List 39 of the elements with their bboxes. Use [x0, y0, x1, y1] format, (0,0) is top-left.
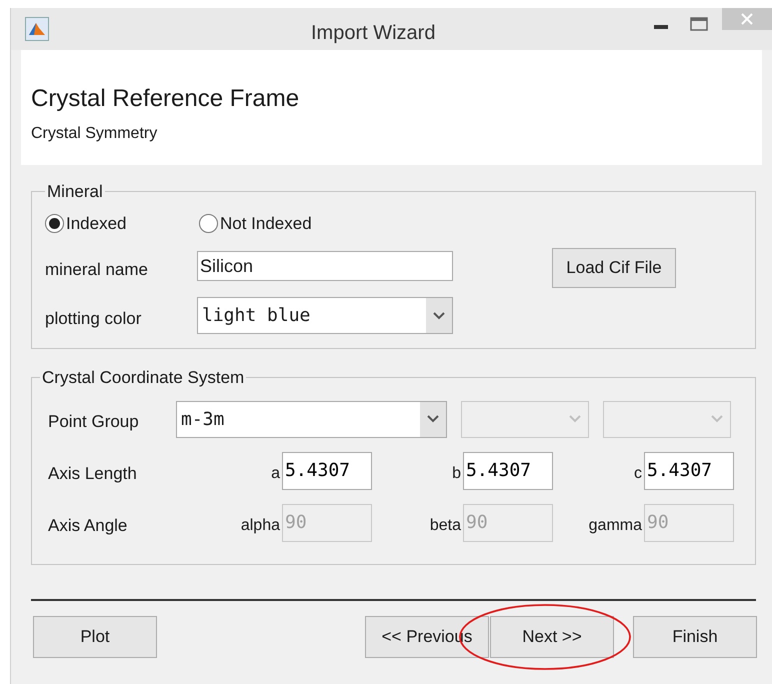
load-cif-file-button[interactable]: Load Cif File	[552, 248, 676, 288]
app-icon	[25, 17, 49, 41]
field-label: plotting color	[45, 308, 142, 330]
minimize-icon[interactable]	[654, 25, 668, 29]
field-label: mineral name	[45, 258, 149, 280]
dropdown-value: light blue	[202, 305, 310, 326]
chevron-down-icon	[569, 415, 581, 423]
field-label: Axis Angle	[48, 514, 128, 537]
input-field[interactable]: 5.4307	[463, 452, 553, 490]
wizard-button[interactable]: Finish	[633, 616, 757, 658]
chevron-down-icon	[427, 415, 439, 423]
group-title: Crystal Coordinate System	[41, 367, 246, 389]
close-button[interactable]	[722, 8, 772, 30]
close-icon	[741, 13, 753, 25]
input-field[interactable]: 5.4307	[644, 452, 734, 490]
field-label: gamma	[588, 516, 643, 536]
radio-button[interactable]: Not Indexed	[199, 210, 312, 236]
field-label: b	[451, 464, 462, 484]
page-title: Crystal Reference Frame	[31, 84, 300, 114]
mineral-name-field[interactable]: Silicon	[197, 251, 453, 282]
page-subtitle: Crystal Symmetry	[31, 124, 158, 144]
field-label: alpha	[240, 516, 281, 536]
window-title: Import Wizard	[311, 21, 436, 46]
radio-button[interactable]: Indexed	[45, 210, 199, 236]
field-label: c	[633, 464, 643, 484]
field-label: beta	[428, 516, 462, 536]
field-label: a	[270, 464, 281, 484]
field-label: Axis Length	[48, 462, 138, 485]
dropdown-value: m-3m	[181, 408, 224, 430]
maximize-icon[interactable]	[690, 17, 708, 31]
dropdown[interactable]: light blue	[197, 297, 453, 334]
chevron-down-icon	[433, 312, 445, 320]
group-title: Mineral	[46, 181, 104, 203]
chevron-down-icon	[711, 415, 723, 423]
dropdown[interactable]: m-3m	[176, 400, 447, 438]
wizard-button[interactable]: Next >>	[490, 616, 614, 658]
wizard-button[interactable]: Plot	[33, 616, 157, 658]
field-label: Point Group	[48, 411, 140, 434]
input-field[interactable]: 5.4307	[282, 452, 372, 490]
